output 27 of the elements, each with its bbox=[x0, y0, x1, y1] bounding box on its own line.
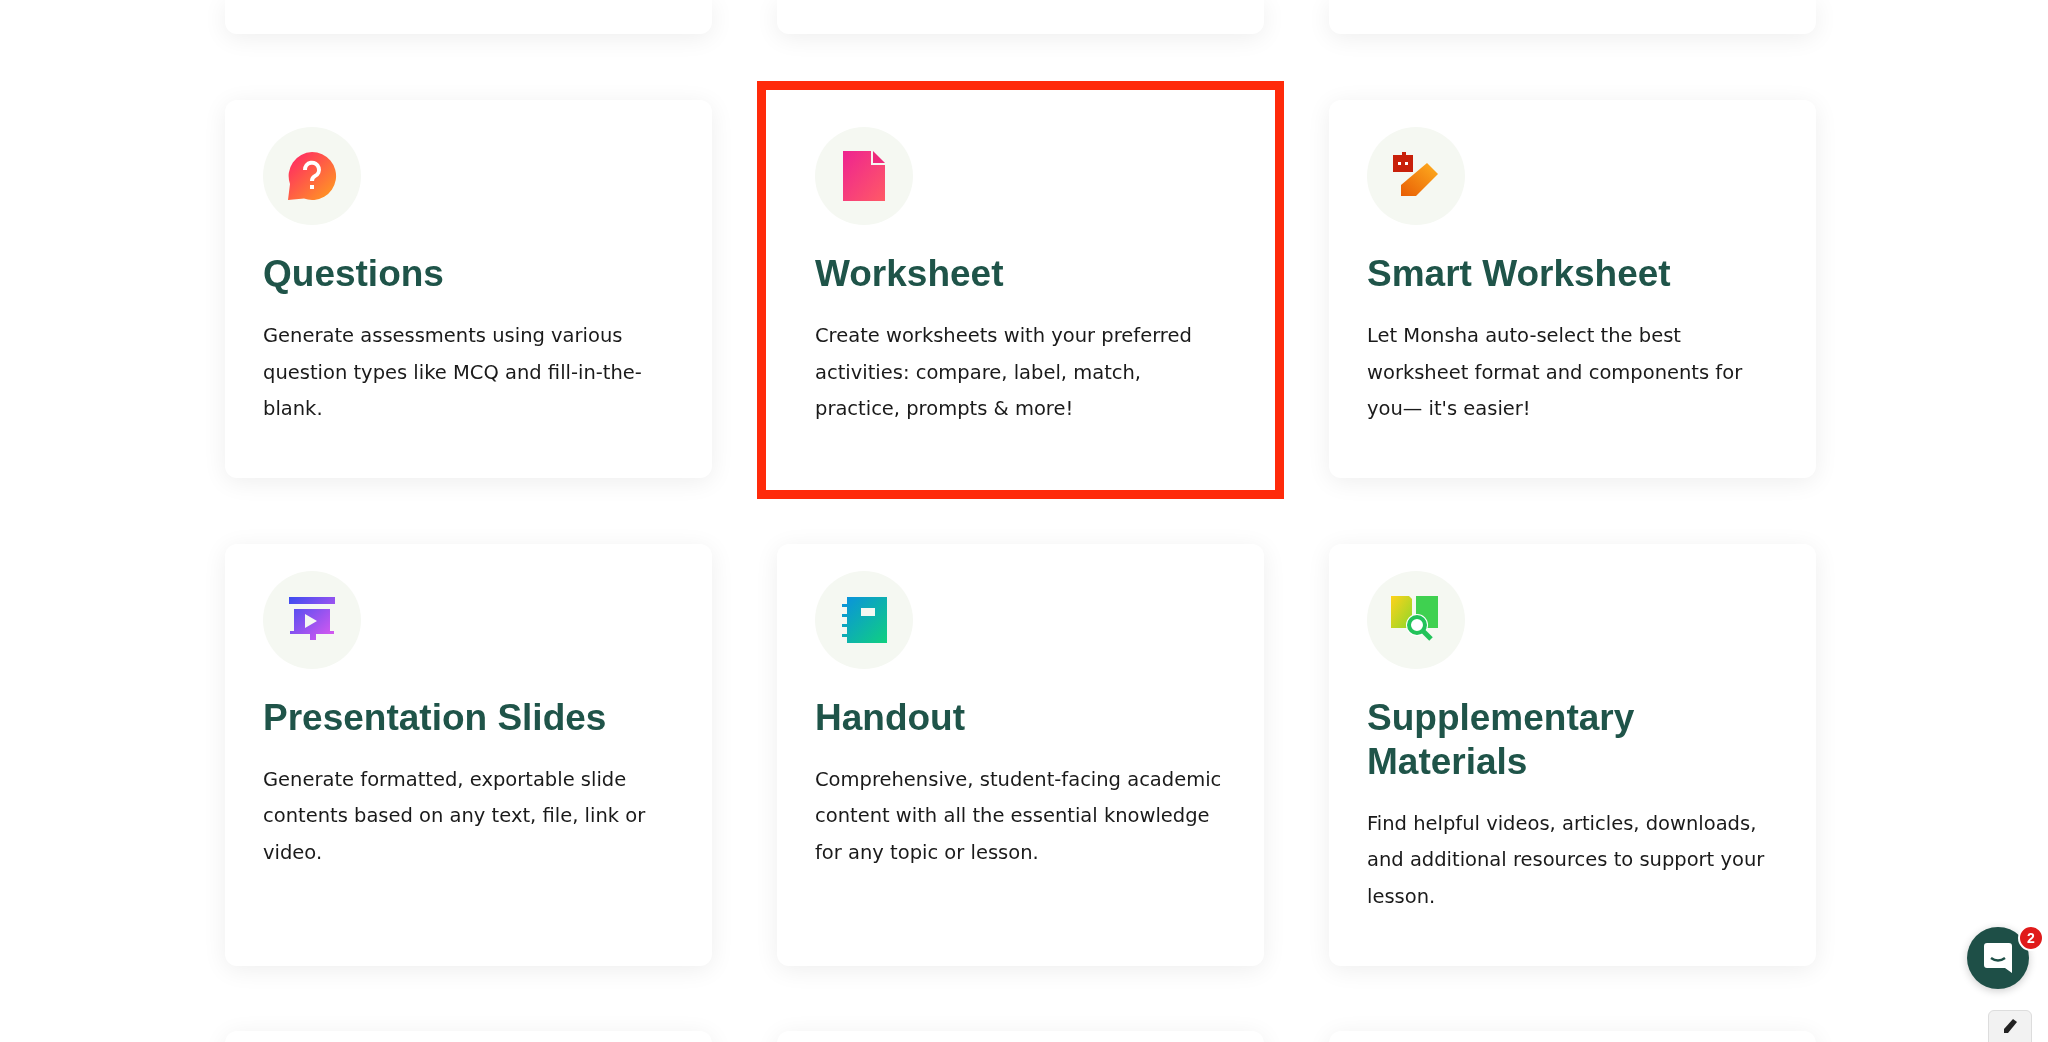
notification-badge: 2 bbox=[2018, 925, 2044, 951]
card-title: Handout bbox=[815, 695, 967, 740]
card-description: Generate assessments using various question types like MCQ and fill-in-the-blank. bbox=[263, 323, 643, 423]
pencil-icon bbox=[2001, 1019, 2019, 1033]
card-title: Presentation Slides bbox=[263, 695, 608, 740]
card-description: Generate formatted, exportable slide contents based on any text, file, link or video. bbox=[263, 766, 647, 866]
chat-button[interactable] bbox=[1967, 927, 2029, 989]
tool-card[interactable]: Handout Comprehensive, student-facing academic content with all the essential knowledge for any topic or lesson. bbox=[777, 543, 1264, 966]
card-title: Questions bbox=[263, 252, 445, 296]
tool-card[interactable]: Questions Generate assessments using various question types like MCQ and fill-in-the-blank. bbox=[225, 100, 712, 478]
card-description: Create worksheets with your preferred activities: compare, label, match, practice, prompts & more! bbox=[815, 323, 1193, 423]
card-title: Supplementary Materials bbox=[1367, 695, 1636, 784]
card-title: Worksheet bbox=[815, 252, 1005, 296]
tool-card[interactable]: Presentation Slides Generate formatted, exportable slide contents based on any text, file, link or video. bbox=[225, 543, 712, 966]
chat-bubble-icon bbox=[1984, 943, 2012, 973]
card-title: Smart Worksheet bbox=[1367, 252, 1672, 296]
edit-button[interactable] bbox=[1988, 1010, 2032, 1042]
card-description: Comprehensive, student-facing academic content with all the essential knowledge for any topic or lesson. bbox=[815, 766, 1223, 866]
tool-card[interactable]: Worksheet Create worksheets with your preferred activities: compare, label, match, practice, prompts & more! bbox=[757, 81, 1284, 499]
question-bubble-icon bbox=[287, 151, 337, 201]
document-icon bbox=[843, 151, 885, 201]
card-description: Find helpful videos, articles, downloads, and additional resources to support your lesson. bbox=[1367, 810, 1766, 910]
tool-card[interactable]: Smart Worksheet Let Monsha auto-select the best worksheet format and components for you— it's easier! bbox=[1329, 100, 1816, 478]
tool-card[interactable]: Supplementary Materials Find helpful videos, articles, downloads, and additional resources to support your lesson. bbox=[1329, 543, 1816, 966]
card-description: Let Monsha auto-select the best worksheet format and components for you— it's easier! bbox=[1367, 323, 1744, 423]
presentation-play-icon bbox=[289, 596, 335, 643]
notebook-icon bbox=[841, 596, 887, 643]
